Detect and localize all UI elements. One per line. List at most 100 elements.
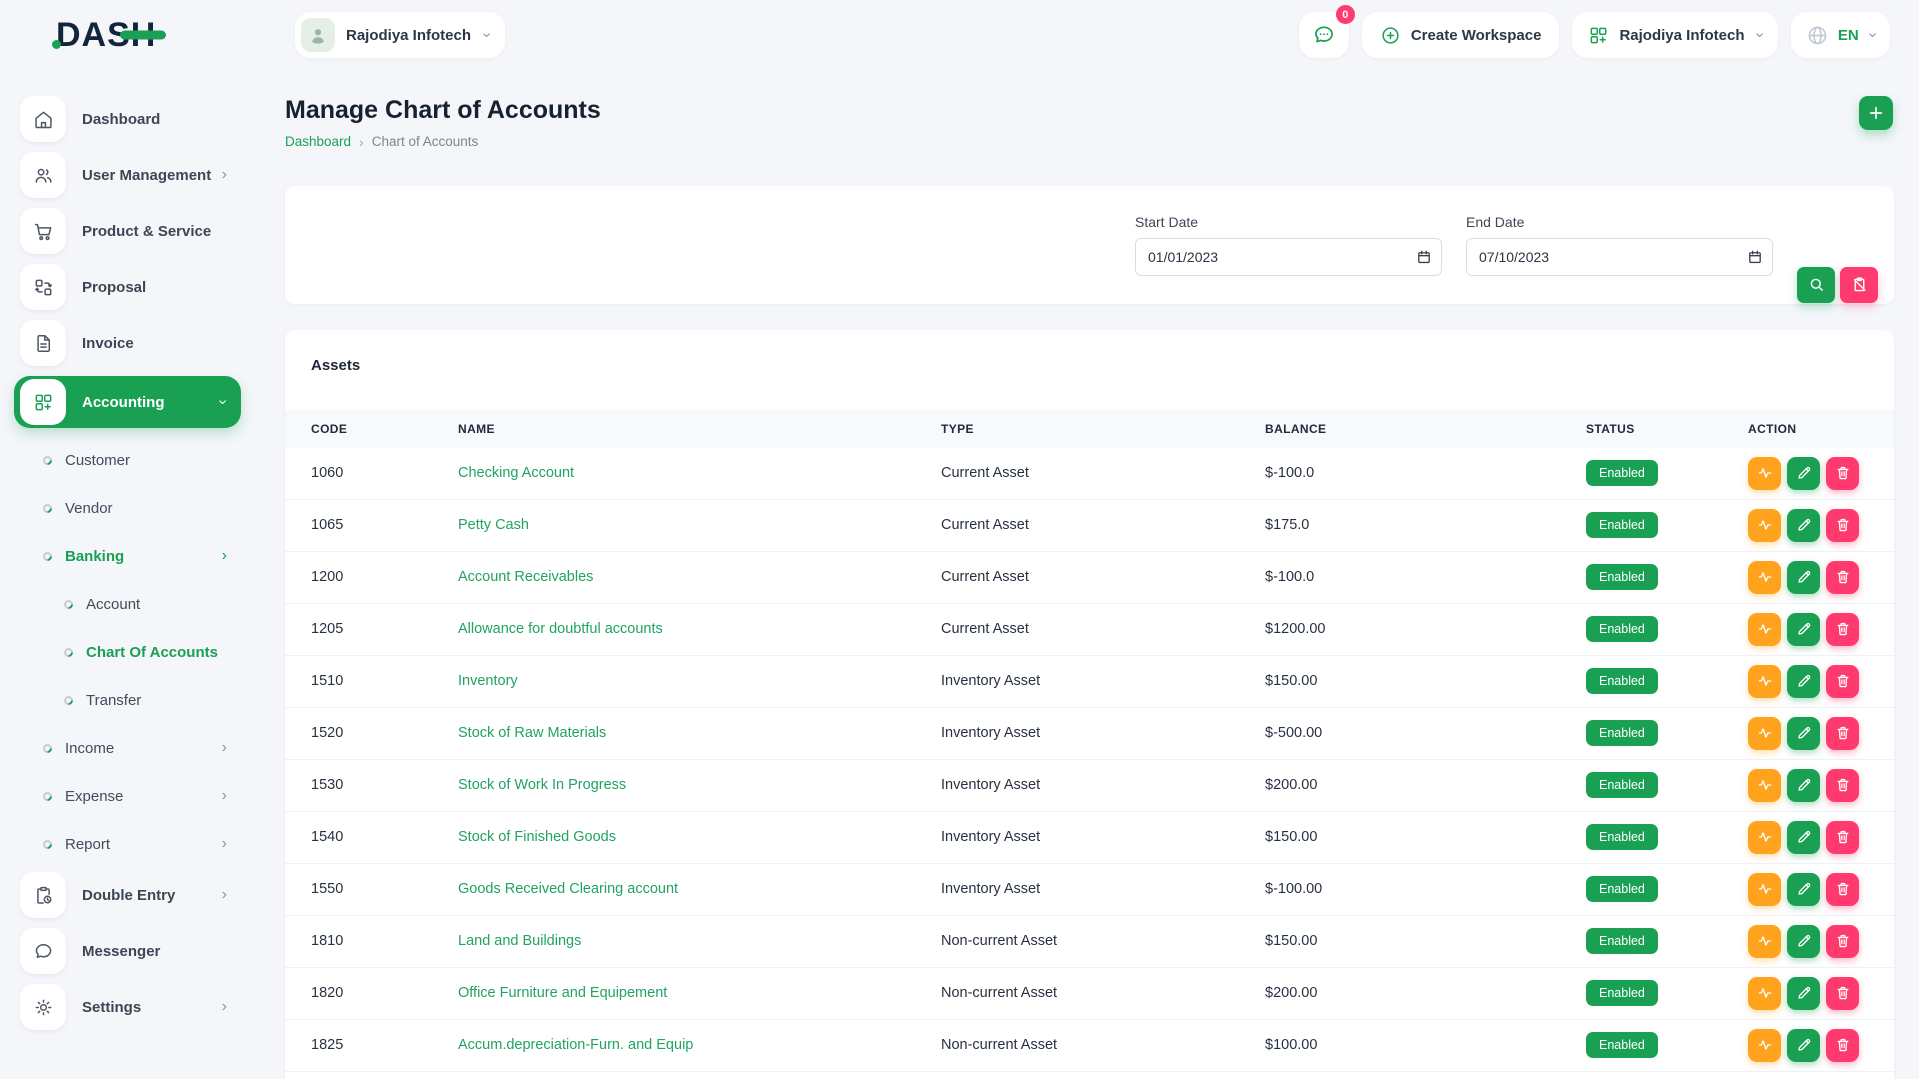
delete-button[interactable] (1826, 821, 1859, 854)
sidebar-item-messenger[interactable]: Messenger (20, 928, 243, 974)
cell-code: 1550 (311, 881, 458, 897)
sidebar-item-product-service[interactable]: Product & Service (20, 208, 243, 254)
delete-button[interactable] (1826, 665, 1859, 698)
create-workspace-button[interactable]: Create Workspace (1362, 12, 1560, 58)
cell-balance: $200.00 (1265, 985, 1586, 1001)
messages-button[interactable]: 0 (1299, 12, 1349, 58)
account-name-link[interactable]: Office Furniture and Equipement (458, 985, 941, 1001)
subitem-label: Transfer (86, 692, 141, 709)
sidebar-subitem-chart-of-accounts[interactable]: Chart Of Accounts (0, 632, 255, 672)
edit-button[interactable] (1787, 509, 1820, 542)
delete-button[interactable] (1826, 613, 1859, 646)
delete-button[interactable] (1826, 925, 1859, 958)
account-name-link[interactable]: Allowance for doubtful accounts (458, 621, 941, 637)
account-name-link[interactable]: Stock of Finished Goods (458, 829, 941, 845)
account-name-link[interactable]: Checking Account (458, 465, 941, 481)
transactions-button[interactable] (1748, 769, 1781, 802)
delete-button[interactable] (1826, 509, 1859, 542)
transactions-button[interactable] (1748, 873, 1781, 906)
transactions-button[interactable] (1748, 821, 1781, 854)
sidebar-subitem-income[interactable]: Income (0, 728, 255, 768)
sidebar-subitem-vendor[interactable]: Vendor (0, 488, 255, 528)
reset-filter-button[interactable] (1840, 267, 1878, 303)
delete-button[interactable] (1826, 769, 1859, 802)
account-name-link[interactable]: Inventory (458, 673, 941, 689)
edit-button[interactable] (1787, 665, 1820, 698)
trash-icon (1835, 621, 1851, 637)
sidebar-subitem-expense[interactable]: Expense (0, 776, 255, 816)
cell-balance: $-100.0 (1265, 465, 1586, 481)
cell-type: Inventory Asset (941, 829, 1265, 845)
account-name-link[interactable]: Petty Cash (458, 517, 941, 533)
add-account-button[interactable] (1859, 96, 1893, 130)
sidebar-item-double-entry[interactable]: Double Entry (20, 872, 243, 918)
edit-button[interactable] (1787, 561, 1820, 594)
search-button[interactable] (1797, 267, 1835, 303)
sidebar-subitem-transfer[interactable]: Transfer (0, 680, 255, 720)
pencil-icon (1796, 985, 1812, 1001)
edit-button[interactable] (1787, 873, 1820, 906)
sidebar-subitem-customer[interactable]: Customer (0, 440, 255, 480)
transactions-button[interactable] (1748, 717, 1781, 750)
pencil-icon (1796, 569, 1812, 585)
company-selector[interactable]: Rajodiya Infotech (1572, 12, 1777, 58)
trash-icon (1835, 881, 1851, 897)
delete-button[interactable] (1826, 457, 1859, 490)
edit-button[interactable] (1787, 769, 1820, 802)
edit-button[interactable] (1787, 977, 1820, 1010)
transactions-button[interactable] (1748, 457, 1781, 490)
transactions-button[interactable] (1748, 509, 1781, 542)
breadcrumb-dashboard-link[interactable]: Dashboard (285, 134, 351, 149)
sidebar-item-label: Product & Service (82, 223, 211, 240)
bullet-icon (62, 694, 75, 707)
row-actions (1748, 821, 1868, 854)
delete-button[interactable] (1826, 1029, 1859, 1062)
sidebar-item-invoice[interactable]: Invoice (20, 320, 243, 366)
account-name-link[interactable]: Stock of Work In Progress (458, 777, 941, 793)
account-name-link[interactable]: Account Receivables (458, 569, 941, 585)
activity-icon (1757, 829, 1773, 845)
account-name-link[interactable]: Goods Received Clearing account (458, 881, 941, 897)
edit-button[interactable] (1787, 1029, 1820, 1062)
sidebar-item-user-management[interactable]: User Management (20, 152, 243, 198)
transactions-button[interactable] (1748, 925, 1781, 958)
edit-button[interactable] (1787, 717, 1820, 750)
transactions-button[interactable] (1748, 613, 1781, 646)
account-name-link[interactable]: Accum.depreciation-Furn. and Equip (458, 1037, 941, 1053)
sidebar-item-accounting[interactable]: Accounting (14, 376, 241, 428)
transactions-button[interactable] (1748, 561, 1781, 594)
sidebar-subitem-report[interactable]: Report (0, 824, 255, 864)
sidebar-subitem-account[interactable]: Account (0, 584, 255, 624)
delete-button[interactable] (1826, 561, 1859, 594)
start-date-input[interactable] (1135, 238, 1442, 276)
edit-button[interactable] (1787, 925, 1820, 958)
cell-type: Inventory Asset (941, 725, 1265, 741)
language-selector[interactable]: EN (1791, 12, 1890, 58)
chevron-down-icon (214, 399, 230, 404)
delete-button[interactable] (1826, 873, 1859, 906)
edit-button[interactable] (1787, 613, 1820, 646)
brand-logo[interactable]: DASH (56, 16, 156, 55)
sidebar-item-settings[interactable]: Settings (20, 984, 243, 1030)
row-actions (1748, 561, 1868, 594)
edit-button[interactable] (1787, 457, 1820, 490)
transactions-button[interactable] (1748, 1029, 1781, 1062)
pencil-icon (1796, 829, 1812, 845)
end-date-input[interactable] (1466, 238, 1773, 276)
account-name-link[interactable]: Stock of Raw Materials (458, 725, 941, 741)
edit-button[interactable] (1787, 821, 1820, 854)
sidebar-item-dashboard[interactable]: Dashboard (20, 96, 243, 142)
transactions-button[interactable] (1748, 665, 1781, 698)
delete-button[interactable] (1826, 977, 1859, 1010)
grid-plus-icon (20, 379, 66, 425)
delete-button[interactable] (1826, 717, 1859, 750)
sidebar-item-proposal[interactable]: Proposal (20, 264, 243, 310)
transactions-button[interactable] (1748, 977, 1781, 1010)
workspace-selector[interactable]: Rajodiya Infotech (295, 12, 505, 58)
sidebar-subitem-banking[interactable]: Banking (0, 536, 255, 576)
account-name-link[interactable]: Land and Buildings (458, 933, 941, 949)
cell-code: 1825 (311, 1037, 458, 1053)
row-actions (1748, 717, 1868, 750)
activity-icon (1757, 725, 1773, 741)
sidebar-item-label: Proposal (82, 279, 146, 296)
